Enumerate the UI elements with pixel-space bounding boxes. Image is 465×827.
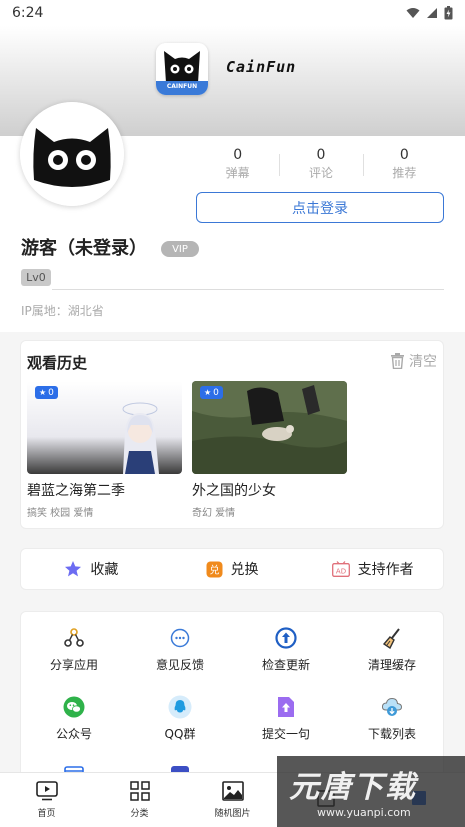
nav-label: 分类 <box>130 809 149 819</box>
nav-home[interactable]: 首页 <box>0 773 93 827</box>
vip-badge[interactable]: VIP <box>161 241 199 257</box>
submit-icon <box>274 695 298 719</box>
stat-recommend[interactable]: 0 推荐 <box>362 146 446 182</box>
stat-value: 0 <box>233 147 243 163</box>
status-time: 6:24 <box>12 5 44 21</box>
tool-label: 意见反馈 <box>155 658 204 672</box>
stat-label: 弹幕 <box>225 166 250 180</box>
nav-random-image[interactable]: 随机图片 <box>186 773 279 827</box>
actions-card: 收藏 兑 兑换 AD 支持作者 <box>20 548 444 590</box>
history-title: 观看历史 <box>27 354 88 372</box>
video-thumbnail: ★ 0 <box>27 381 182 474</box>
signal-icon <box>427 8 437 18</box>
grid-icon <box>129 781 150 801</box>
stat-value: 0 <box>399 147 409 163</box>
battery-icon <box>444 6 453 20</box>
video-title: 外之国的少女 <box>192 483 276 499</box>
clear-history-button[interactable]: 清空 <box>390 351 437 371</box>
exchange-button[interactable]: 兑 兑换 <box>162 559 303 579</box>
tool-label: 检查更新 <box>261 658 310 672</box>
stat-label: 推荐 <box>392 166 417 180</box>
submit-quote-button[interactable]: 提交一句 <box>233 695 339 742</box>
download-icon <box>380 695 404 719</box>
level-progress-line <box>52 289 444 290</box>
history-card: 观看历史 清空 ★ 0 碧蓝之海第二季 搞笑 校园 爱情 ★ 0 外之国的少女 … <box>20 340 444 529</box>
exchange-icon: 兑 <box>206 561 222 577</box>
svg-text:兑: 兑 <box>209 563 219 576</box>
stats: 0 弹幕 0 评论 0 推荐 <box>196 146 446 182</box>
level-badge: Lv0 <box>21 269 51 286</box>
video-tags: 奇幻 爱情 <box>192 508 236 519</box>
update-icon <box>274 626 298 650</box>
history-item[interactable]: ★ 0 外之国的少女 奇幻 爱情 <box>192 381 347 519</box>
broom-icon <box>380 626 404 650</box>
stat-label: 评论 <box>308 166 333 180</box>
status-icons <box>406 6 453 20</box>
video-tags: 搞笑 校园 爱情 <box>27 508 94 519</box>
star-small-icon: ★ <box>39 388 47 397</box>
nav-label: 随机图片 <box>214 809 251 819</box>
qq-group-button[interactable]: QQ群 <box>127 695 233 742</box>
avatar[interactable] <box>20 102 124 206</box>
watermark-url: www.yuanpi.com <box>317 806 411 819</box>
tool-label: 分享应用 <box>49 658 98 672</box>
share-app-button[interactable]: 分享应用 <box>21 626 127 673</box>
action-label: 兑换 <box>230 562 259 578</box>
status-bar: 6:24 <box>0 0 465 26</box>
wechat-icon <box>62 695 86 719</box>
action-label: 收藏 <box>90 562 119 578</box>
support-author-button[interactable]: AD 支持作者 <box>302 559 443 579</box>
ad-icon: AD <box>331 561 350 577</box>
stat-value: 0 <box>316 147 326 163</box>
tool-label: 提交一句 <box>261 727 310 741</box>
username: 游客（未登录） <box>21 238 147 259</box>
nav-label: 首页 <box>37 809 56 819</box>
app-logo: CAINFUN <box>156 43 208 95</box>
stat-comments[interactable]: 0 评论 <box>279 146 362 182</box>
watermark: 元唐下载 www.yuanpi.com <box>277 756 465 827</box>
wifi-icon <box>406 8 420 18</box>
share-icon <box>62 626 86 650</box>
view-count-badge: ★ 0 <box>200 386 223 399</box>
tool-label: 清理缓存 <box>367 658 416 672</box>
feedback-icon <box>168 626 192 650</box>
badge-value: 0 <box>48 387 54 398</box>
tv-icon <box>35 781 58 801</box>
app-name: CainFun <box>226 58 297 76</box>
svg-text:AD: AD <box>336 567 346 575</box>
cat-avatar-icon <box>20 102 124 206</box>
login-button[interactable]: 点击登录 <box>196 192 444 223</box>
stat-danmaku[interactable]: 0 弹幕 <box>196 146 279 182</box>
app-logo-text: CAINFUN <box>166 83 198 90</box>
tool-label: 下载列表 <box>367 727 416 741</box>
history-item[interactable]: ★ 0 碧蓝之海第二季 搞笑 校园 爱情 <box>27 381 182 519</box>
tool-label: QQ群 <box>164 727 196 741</box>
trash-icon <box>391 353 404 369</box>
tool-label: 公众号 <box>55 727 92 741</box>
star-icon <box>65 561 82 577</box>
image-icon <box>221 781 244 801</box>
video-thumbnail: ★ 0 <box>192 381 347 474</box>
video-title: 碧蓝之海第二季 <box>27 483 125 499</box>
favorites-button[interactable]: 收藏 <box>21 559 162 579</box>
view-count-badge: ★ 0 <box>35 386 58 399</box>
badge-value: 0 <box>213 387 219 398</box>
feedback-button[interactable]: 意见反馈 <box>127 626 233 673</box>
ip-location: IP属地：湖北省 <box>21 304 104 318</box>
download-list-button[interactable]: 下载列表 <box>339 695 443 742</box>
clear-history-label: 清空 <box>409 354 437 370</box>
clear-cache-button[interactable]: 清理缓存 <box>339 626 443 673</box>
nav-category[interactable]: 分类 <box>93 773 186 827</box>
star-small-icon: ★ <box>204 388 212 397</box>
check-update-button[interactable]: 检查更新 <box>233 626 339 673</box>
qq-icon <box>168 695 192 719</box>
action-label: 支持作者 <box>357 562 414 578</box>
wechat-account-button[interactable]: 公众号 <box>21 695 127 742</box>
watermark-logo: 元唐下载 <box>289 770 417 805</box>
